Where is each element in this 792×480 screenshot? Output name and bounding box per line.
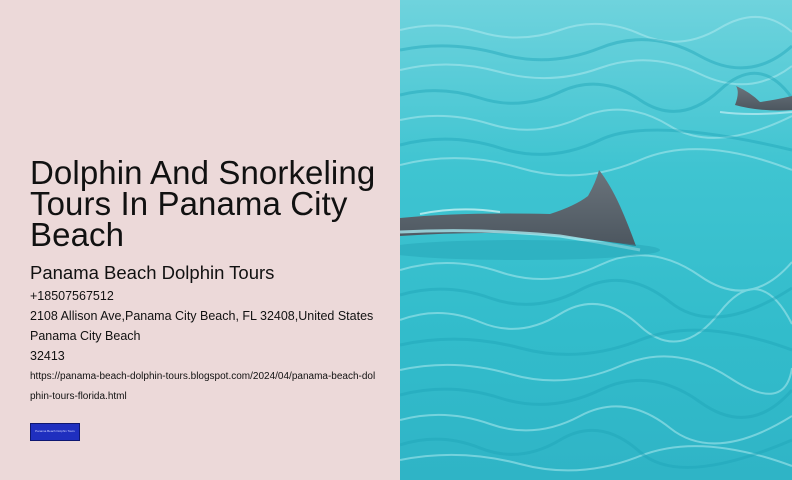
hero-image — [400, 0, 792, 480]
page: Dolphin And Snorkeling Tours In Panama C… — [0, 0, 792, 480]
dolphin-photo — [400, 0, 792, 480]
website-url[interactable]: https://panama-beach-dolphin-tours.blogs… — [30, 367, 380, 407]
page-title: Dolphin And Snorkeling Tours In Panama C… — [30, 154, 376, 253]
business-name: Panama Beach Dolphin Tours — [30, 262, 275, 283]
zip-code: 32413 — [30, 349, 65, 363]
phone-number: +18507567512 — [30, 289, 114, 303]
info-content: Dolphin And Snorkeling Tours In Panama C… — [30, 154, 380, 441]
business-link-button[interactable]: Panama Beach Dolphin Tours — [30, 423, 80, 441]
city: Panama City Beach — [30, 329, 141, 343]
address: 2108 Allison Ave,Panama City Beach, FL 3… — [30, 309, 374, 323]
info-panel: Dolphin And Snorkeling Tours In Panama C… — [0, 0, 400, 480]
